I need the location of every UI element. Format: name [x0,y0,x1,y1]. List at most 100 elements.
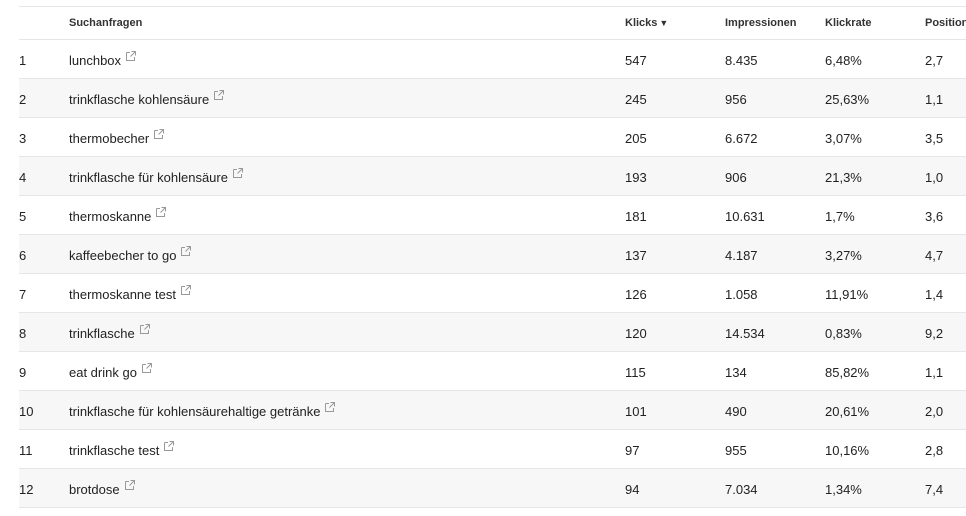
query-link[interactable]: eat drink go [69,365,137,380]
clicks-cell: 120 [625,325,647,341]
query-cell: lunchbox [69,40,137,78]
query-link[interactable]: trinkflasche test [69,443,159,458]
query-cell: eat drink go [69,352,153,390]
header-ctr[interactable]: Klickrate [825,7,871,39]
header-impressions[interactable]: Impressionen [725,7,797,39]
query-link[interactable]: thermoskanne [69,209,151,224]
position-cell: 1,0 [925,169,944,185]
external-link-icon[interactable] [163,440,175,452]
header-clicks-label: Klicks [625,17,658,29]
row-number: 5 [19,208,27,224]
search-queries-table: Suchanfragen Klicks ▼ Impressionen Klick… [19,6,966,508]
header-position[interactable]: Position [925,7,966,39]
query-link[interactable]: thermoskanne test [69,287,176,302]
query-cell: trinkflasche [69,313,151,351]
row-number: 11 [19,442,33,458]
external-link-icon[interactable] [124,479,136,491]
query-link[interactable]: trinkflasche kohlensäure [69,92,209,107]
ctr-cell: 6,48% [825,52,862,68]
header-clicks[interactable]: Klicks ▼ [625,7,668,39]
query-link[interactable]: trinkflasche für kohlensäurehaltige getr… [69,404,320,419]
clicks-cell: 101 [625,403,647,419]
query-cell: thermoskanne [69,196,167,234]
query-cell: trinkflasche kohlensäure [69,79,225,117]
ctr-cell: 10,16% [825,442,870,458]
query-link[interactable]: lunchbox [69,53,121,68]
impressions-cell: 7.034 [725,481,758,497]
table-row: 12 brotdose 94 7.034 1,34% 7,4 [19,469,966,508]
query-link[interactable]: thermobecher [69,131,149,146]
clicks-cell: 181 [625,208,647,224]
query-cell: trinkflasche test [69,430,175,468]
query-cell: thermobecher [69,118,165,156]
query-link[interactable]: brotdose [69,482,120,497]
impressions-cell: 6.672 [725,130,758,146]
row-number: 7 [19,286,27,302]
clicks-cell: 94 [625,481,640,497]
position-cell: 2,7 [925,52,944,68]
row-number: 8 [19,325,27,341]
impressions-cell: 10.631 [725,208,765,224]
ctr-cell: 21,3% [825,169,862,185]
table-body: 1 lunchbox 547 8.435 6,48% 2,7 2 trinkfl… [19,40,966,508]
header-queries[interactable]: Suchanfragen [69,7,142,39]
impressions-cell: 490 [725,403,747,419]
table-row: 4 trinkflasche für kohlensäure 193 906 2… [19,157,966,196]
clicks-cell: 97 [625,442,640,458]
ctr-cell: 25,63% [825,91,870,107]
ctr-cell: 11,91% [825,286,869,302]
impressions-cell: 955 [725,442,747,458]
clicks-cell: 547 [625,52,647,68]
clicks-cell: 137 [625,247,647,263]
impressions-cell: 4.187 [725,247,758,263]
table-row: 10 trinkflasche für kohlensäurehaltige g… [19,391,966,430]
table-row: 1 lunchbox 547 8.435 6,48% 2,7 [19,40,966,79]
table-row: 2 trinkflasche kohlensäure 245 956 25,63… [19,79,966,118]
external-link-icon[interactable] [213,89,225,101]
table-header-row: Suchanfragen Klicks ▼ Impressionen Klick… [19,7,966,40]
row-number: 2 [19,91,27,107]
position-cell: 2,8 [925,442,944,458]
table-row: 8 trinkflasche 120 14.534 0,83% 9,2 [19,313,966,352]
position-cell: 9,2 [925,325,944,341]
row-number: 10 [19,403,34,419]
ctr-cell: 3,27% [825,247,862,263]
ctr-cell: 85,82% [825,364,870,380]
external-link-icon[interactable] [180,284,192,296]
impressions-cell: 906 [725,169,747,185]
query-cell: brotdose [69,469,136,507]
table-row: 3 thermobecher 205 6.672 3,07% 3,5 [19,118,966,157]
position-cell: 1,1 [925,364,944,380]
clicks-cell: 245 [625,91,647,107]
impressions-cell: 134 [725,364,747,380]
table-row: 9 eat drink go 115 134 85,82% 1,1 [19,352,966,391]
query-link[interactable]: trinkflasche [69,326,135,341]
position-cell: 7,4 [925,481,944,497]
external-link-icon[interactable] [125,50,137,62]
external-link-icon[interactable] [153,128,165,140]
query-link[interactable]: kaffeebecher to go [69,248,176,263]
query-cell: trinkflasche für kohlensäurehaltige getr… [69,391,336,429]
row-number: 4 [19,169,27,185]
query-link[interactable]: trinkflasche für kohlensäure [69,170,228,185]
sort-descending-icon: ▼ [659,18,669,28]
external-link-icon[interactable] [232,167,244,179]
external-link-icon[interactable] [141,362,153,374]
ctr-cell: 20,61% [825,403,870,419]
row-number: 3 [19,130,27,146]
position-cell: 3,6 [925,208,944,224]
table-row: 7 thermoskanne test 126 1.058 11,91% 1,4 [19,274,966,313]
query-cell: kaffeebecher to go [69,235,192,273]
external-link-icon[interactable] [139,323,151,335]
query-cell: thermoskanne test [69,274,192,312]
external-link-icon[interactable] [180,245,192,257]
position-cell: 4,7 [925,247,944,263]
clicks-cell: 205 [625,130,647,146]
external-link-icon[interactable] [324,401,336,413]
table-row: 11 trinkflasche test 97 955 10,16% 2,8 [19,430,966,469]
impressions-cell: 14.534 [725,325,765,341]
position-cell: 1,4 [925,286,944,302]
external-link-icon[interactable] [155,206,167,218]
position-cell: 1,1 [925,91,944,107]
row-number: 6 [19,247,27,263]
